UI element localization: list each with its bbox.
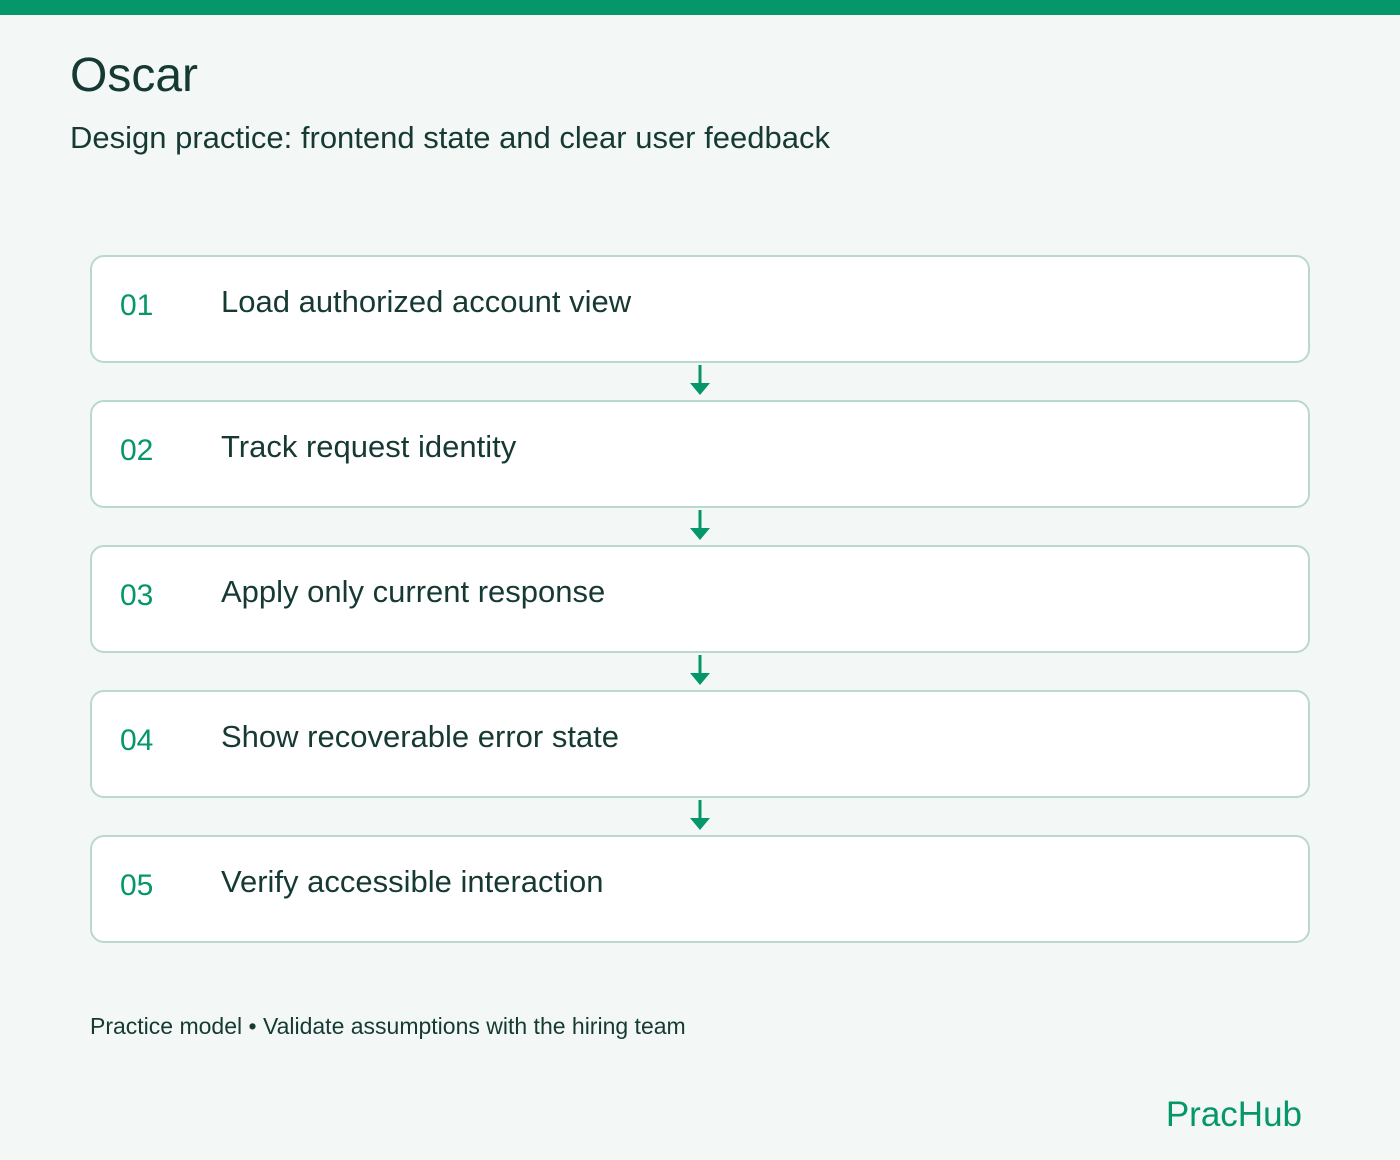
step-card-2: 02 Track request identity xyxy=(90,400,1310,508)
arrow-down-icon xyxy=(690,655,710,685)
step-number: 05 xyxy=(120,869,154,902)
arrow-down-icon xyxy=(690,510,710,540)
footer-note: Practice model • Validate assumptions wi… xyxy=(90,1013,686,1039)
arrow-down-icon xyxy=(690,365,710,395)
step-number: 03 xyxy=(120,579,154,612)
brand-logo: PracHub xyxy=(1165,1095,1302,1134)
step-number: 01 xyxy=(120,289,154,322)
arrow-down-icon xyxy=(690,800,710,830)
step-card-3: 03 Apply only current response xyxy=(90,545,1310,653)
page-subtitle: Design practice: frontend state and clea… xyxy=(70,120,830,155)
top-accent-bar xyxy=(0,0,1400,15)
page-title: Oscar xyxy=(70,49,199,102)
step-label: Verify accessible interaction xyxy=(221,864,604,899)
step-label: Track request identity xyxy=(221,429,517,464)
step-card-5: 05 Verify accessible interaction xyxy=(90,835,1310,943)
step-label: Apply only current response xyxy=(221,574,606,609)
step-card-4: 04 Show recoverable error state xyxy=(90,690,1310,798)
step-label: Load authorized account view xyxy=(221,284,632,319)
step-label: Show recoverable error state xyxy=(221,719,620,754)
step-card-1: 01 Load authorized account view xyxy=(90,255,1310,363)
step-number: 04 xyxy=(120,724,154,757)
step-number: 02 xyxy=(120,434,154,467)
